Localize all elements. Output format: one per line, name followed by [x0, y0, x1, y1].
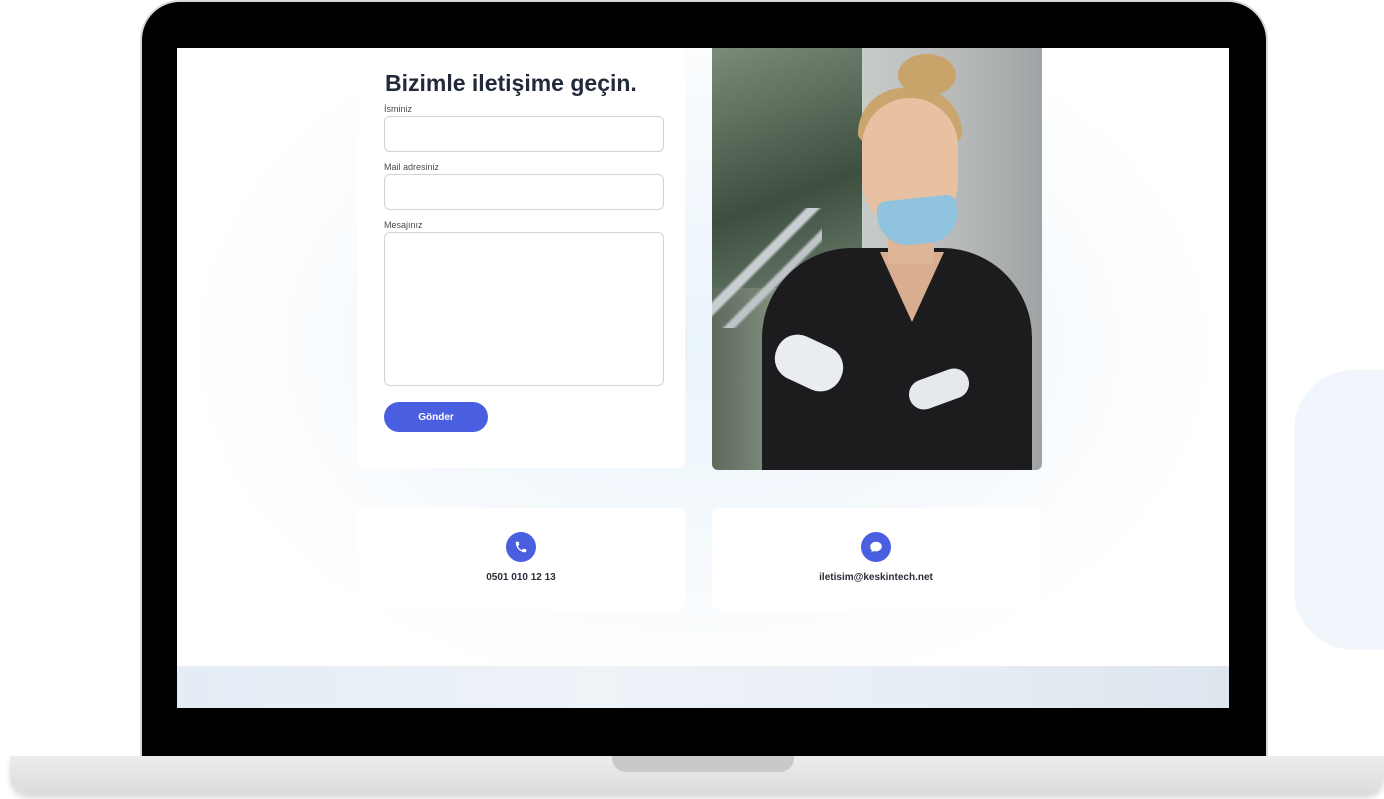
message-label: Mesajınız	[384, 220, 423, 230]
phone-card: 0501 010 12 13	[357, 508, 685, 610]
footer-strip	[177, 666, 1229, 708]
email-address[interactable]: iletisim@keskintech.net	[712, 572, 1040, 583]
phone-number[interactable]: 0501 010 12 13	[357, 572, 685, 583]
contact-form-card: Bizimle iletişime geçin. İsminiz Mail ad…	[357, 48, 685, 468]
background-decoration	[1294, 370, 1384, 650]
email-label: Mail adresiniz	[384, 162, 440, 172]
email-field[interactable]	[384, 174, 664, 210]
chat-bubble-icon[interactable]	[861, 532, 891, 562]
email-card: iletisim@keskintech.net	[712, 508, 1040, 610]
send-button[interactable]: Gönder	[384, 402, 488, 432]
name-label: İsminiz	[384, 104, 413, 114]
name-field[interactable]	[384, 116, 664, 152]
dentist-photo	[712, 48, 1042, 470]
screen: Bizimle iletişime geçin. İsminiz Mail ad…	[177, 48, 1229, 708]
message-field[interactable]	[384, 232, 664, 386]
phone-icon[interactable]	[506, 532, 536, 562]
laptop-notch	[612, 756, 794, 772]
page-title: Bizimle iletişime geçin.	[385, 70, 637, 96]
